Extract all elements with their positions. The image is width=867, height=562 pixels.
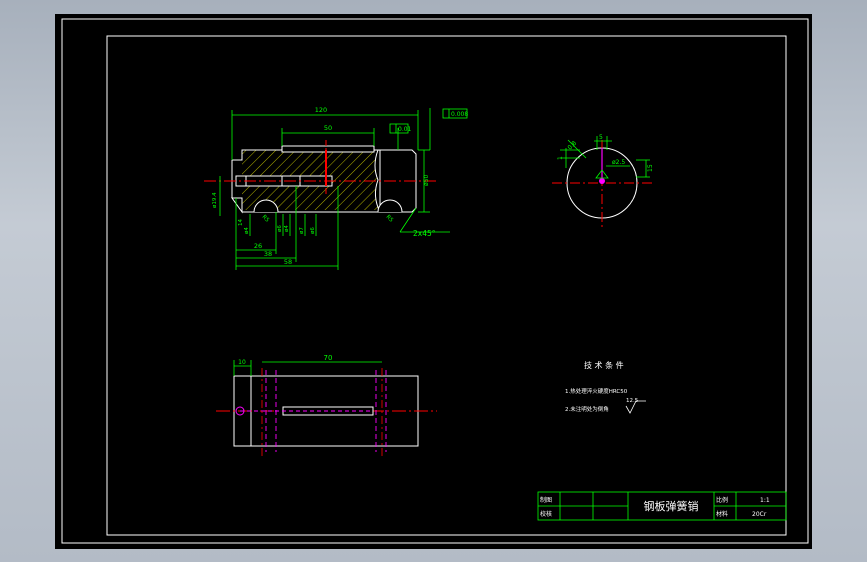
title-scale-value: 1:1 — [760, 497, 770, 504]
dim-small-3: ø4 — [284, 225, 290, 232]
section-dim-right: 15 — [647, 164, 654, 172]
dim-small-1: ø4 — [244, 227, 250, 234]
section-dim-top: 5 — [599, 134, 603, 141]
dim-slot-length: 50 — [324, 124, 332, 132]
title-scale-label: 比例 — [716, 496, 728, 504]
bottom-dim-left: 10 — [238, 359, 246, 366]
dim-small-5: ø6 — [310, 227, 316, 234]
section-hole-center — [599, 178, 605, 184]
title-material-value: 20Cr — [752, 511, 767, 518]
drawing-sheet: 120 50 26 38 58 0.008 0.01 2x45° ø50 ø19… — [55, 14, 812, 549]
top-slot — [281, 145, 375, 153]
gdt-parallel-value: 0.01 — [398, 126, 412, 133]
dim-diameter: ø50 — [423, 175, 430, 186]
drawing-background — [55, 14, 812, 549]
bottom-dim-width: 70 — [324, 354, 333, 362]
dim-bottom-1: 26 — [254, 242, 262, 250]
dim-overall-length: 120 — [315, 106, 327, 114]
section-dim-hole: ø2.5 — [612, 159, 625, 166]
tech-item-2: 2.未注明处为倒角 — [565, 405, 609, 413]
cad-viewport: 120 50 26 38 58 0.008 0.01 2x45° ø50 ø19… — [0, 0, 867, 562]
roughness-value: 12.5 — [626, 398, 639, 404]
dim-bottom-3: 58 — [284, 258, 292, 266]
dim-bottom-2: 38 — [264, 250, 272, 258]
tech-item-1: 1.热处理淬火硬度HRC50 — [565, 387, 628, 395]
title-material-label: 材料 — [716, 510, 728, 518]
gdt-flatness-value: 0.008 — [451, 111, 468, 118]
dim-small-4: ø7 — [299, 227, 305, 234]
dim-left-dia: ø19.4 — [212, 192, 218, 208]
dim-small-2: ø6 — [277, 225, 283, 232]
title-cell-checked: 校核 — [540, 510, 552, 518]
title-part-name: 钢板弹簧销 — [644, 499, 699, 513]
title-cell-drawn: 制图 — [540, 496, 552, 504]
section-dim-left: 1 — [557, 156, 564, 160]
dim-top-left: 14 — [238, 219, 244, 226]
dim-chamfer: 2x45° — [413, 229, 436, 238]
tech-title: 技 术 条 件 — [584, 360, 624, 370]
